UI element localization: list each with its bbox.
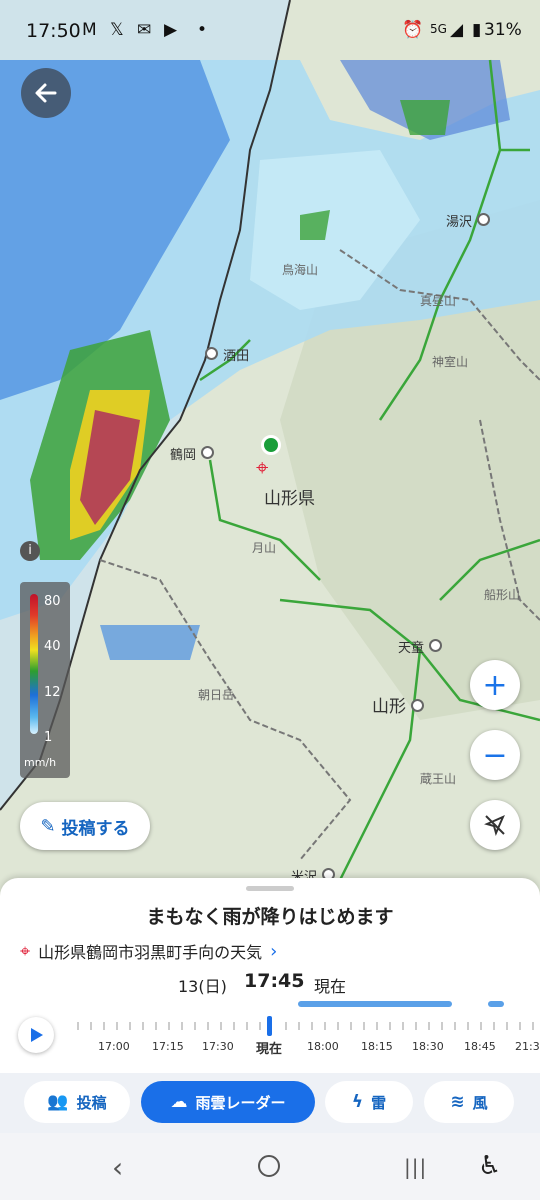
place-label: 船形山 [484, 588, 521, 602]
legend-label: 12 [44, 685, 61, 700]
alarm-icon: ⏰ [402, 20, 424, 40]
timeline-label: 18:30 [412, 1040, 444, 1053]
place-label: 神室山 [432, 355, 469, 369]
post-button[interactable]: ✎ 投稿する [20, 802, 150, 850]
rain-forecast-bar [488, 1001, 504, 1007]
plus-icon: + [482, 667, 508, 703]
signal-icon: ◢ [450, 20, 464, 40]
legend-unit: mm/h [24, 756, 57, 769]
timeline-label: 17:30 [202, 1040, 234, 1053]
arrow-left-icon [35, 83, 57, 103]
timeline-label: 18:45 [464, 1040, 496, 1053]
place-label: 真昼山 [420, 294, 457, 308]
battery-level: 31% [484, 20, 522, 40]
sheet-handle[interactable] [246, 886, 294, 891]
x-icon: 𝕏 [110, 20, 124, 40]
place-label: 天童 [398, 637, 443, 656]
location-pin-icon[interactable] [261, 435, 281, 455]
crosshair-icon: ⌖ [20, 940, 31, 962]
timeline-label: 21:3 [515, 1040, 540, 1053]
play-button[interactable] [18, 1017, 54, 1053]
wind-icon: ≋ [450, 1092, 465, 1112]
tab-rain-radar[interactable]: ☁ 雨雲レーダー [141, 1081, 315, 1123]
legend-label: 80 [44, 594, 61, 609]
zoom-out-button[interactable]: − [470, 730, 520, 780]
place-label: 蔵王山 [420, 772, 457, 786]
timeline-label: 17:00 [98, 1040, 130, 1053]
post-icon: ✎ [40, 815, 56, 837]
rain-cloud-icon: ☁ [170, 1092, 188, 1112]
rain-forecast-bar [298, 1001, 452, 1007]
mail-icon: ✉ [137, 20, 152, 40]
legend-label: 1 [44, 730, 53, 745]
place-label: 朝日岳 [198, 688, 235, 702]
zoom-in-button[interactable]: + [470, 660, 520, 710]
city-dot-icon [429, 639, 443, 652]
forecast-sheet: まもなく雨が降りはじめます ⌖ 山形県鶴岡市羽黒町手向の天気 › 13(日) 1… [0, 878, 540, 1073]
chevron-right-icon: › [270, 940, 278, 962]
place-label: 湯沢 [446, 211, 491, 230]
navigation-off-icon [484, 815, 505, 836]
accessibility-icon[interactable]: ♿ [478, 1151, 501, 1181]
youtube-icon: ▶ [164, 20, 178, 40]
tab-lightning[interactable]: ϟ 雷 [325, 1081, 413, 1123]
time-label: 17:45 [244, 970, 305, 992]
bottom-tabs: 👥 投稿 ☁ 雨雲レーダー ϟ 雷 ≋ 風 [0, 1073, 540, 1133]
timeline-thumb [267, 1016, 272, 1036]
system-nav-bar: ‹ ||| ♿ [0, 1133, 540, 1200]
city-dot-icon [477, 213, 491, 226]
city-dot-icon [205, 347, 218, 360]
status-bar: 17:50 M 𝕏 ✉ ▶ • ⏰ 5G ◢ ▮ 31% [0, 0, 540, 60]
headline: まもなく雨が降りはじめます [146, 906, 394, 928]
lightning-icon: ϟ [351, 1092, 364, 1112]
back-button[interactable] [21, 68, 71, 118]
status-time: 17:50 [26, 20, 81, 42]
play-icon [31, 1028, 43, 1042]
nav-home-icon[interactable] [258, 1155, 280, 1177]
info-icon[interactable]: i [20, 541, 40, 561]
place-label: 鳥海山 [282, 263, 319, 277]
date-label: 13(日) [178, 977, 227, 996]
location-link[interactable]: ⌖ 山形県鶴岡市羽黒町手向の天気 › [20, 939, 277, 963]
timeline-slider[interactable] [74, 1016, 540, 1036]
radar-map[interactable]: 湯沢 鳥海山 真昼山 神室山 酒田 鶴岡 ⌖ 山形県 月山 船形山 天童 朝日岳… [0, 0, 540, 900]
timeline-label: 18:15 [361, 1040, 393, 1053]
place-label: 鶴岡 [170, 444, 215, 463]
tab-wind[interactable]: ≋ 風 [424, 1081, 514, 1123]
now-label: 現在 [314, 977, 347, 996]
place-label: 酒田 [205, 345, 249, 364]
people-icon: 👥 [47, 1092, 69, 1112]
timeline-label: 17:15 [152, 1040, 184, 1053]
minus-icon: − [482, 737, 508, 773]
dot-icon: • [197, 20, 208, 40]
rain-legend: 80 40 12 1 mm/h [20, 582, 70, 778]
battery-icon: ▮ [472, 20, 482, 40]
place-label: 月山 [252, 541, 277, 555]
legend-color-bar [30, 594, 38, 734]
prefecture-label: 山形県 [264, 489, 315, 509]
timeline-label: 現在 [256, 1042, 283, 1057]
timeline-label: 18:00 [307, 1040, 339, 1053]
tab-post[interactable]: 👥 投稿 [24, 1081, 130, 1123]
legend-label: 40 [44, 639, 61, 654]
gmail-icon: M [82, 20, 97, 40]
crosshair-icon: ⌖ [256, 456, 269, 481]
network-type: 5G [430, 22, 447, 36]
nav-recents-icon[interactable]: ||| [404, 1155, 427, 1179]
city-dot-icon [411, 699, 425, 712]
nav-back-icon[interactable]: ‹ [112, 1151, 123, 1184]
place-label: 山形 [372, 692, 425, 717]
location-button[interactable] [470, 800, 520, 850]
city-dot-icon [201, 446, 215, 459]
